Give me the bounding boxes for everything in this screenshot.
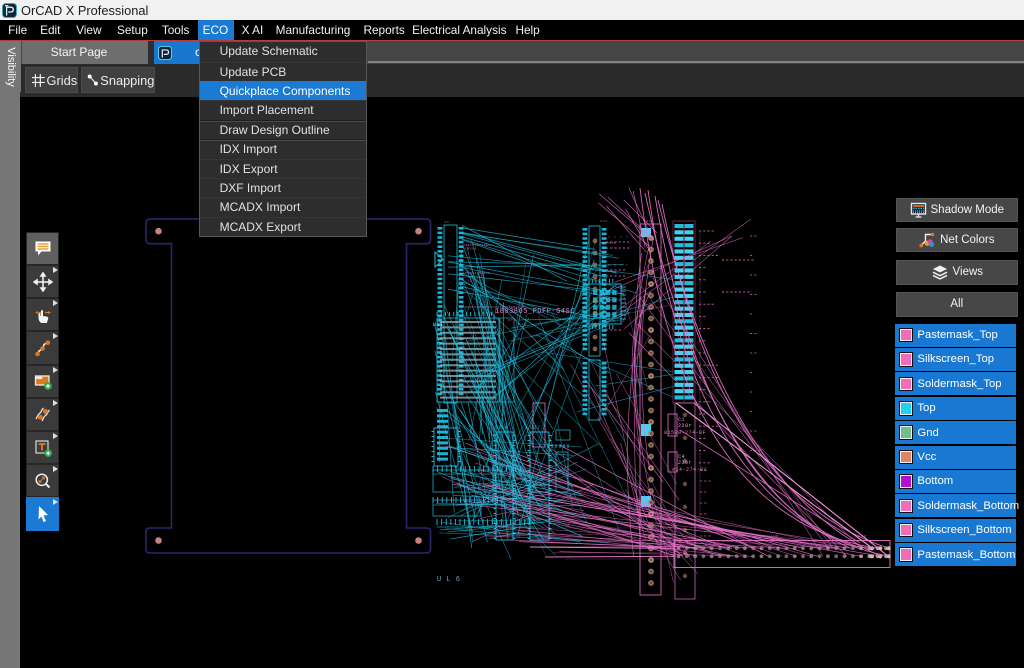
svg-text:#PD: #PD — [508, 319, 517, 323]
svg-text:5DB: 5DB — [600, 250, 607, 253]
svg-text:220r: 220r — [678, 423, 692, 429]
svg-text:VS1: VS1 — [600, 220, 608, 224]
svg-text:U L 6: U L 6 — [437, 576, 461, 584]
svg-text:230r: 230r — [678, 460, 692, 466]
svg-text:1803865_POFP-G4SC: 1803865_POFP-G4SC — [495, 308, 575, 316]
svg-text:VS: VS — [444, 221, 449, 225]
svg-text:5DB5NB: 5DB5NB — [463, 248, 477, 251]
